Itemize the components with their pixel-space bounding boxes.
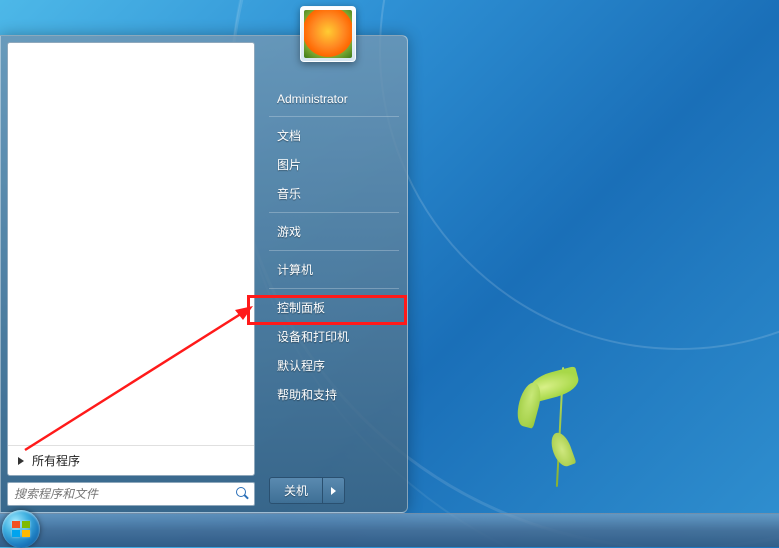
- separator: [269, 212, 399, 213]
- user-avatar-frame[interactable]: [300, 6, 356, 62]
- start-menu-left-panel: 所有程序: [7, 42, 255, 506]
- menu-item-documents[interactable]: 文档: [269, 121, 399, 150]
- separator: [269, 116, 399, 117]
- menu-item-computer[interactable]: 计算机: [269, 255, 399, 284]
- separator: [269, 288, 399, 289]
- menu-item-games[interactable]: 游戏: [269, 217, 399, 246]
- menu-item-devices-printers[interactable]: 设备和打印机: [269, 322, 399, 351]
- menu-item-default-programs[interactable]: 默认程序: [269, 351, 399, 380]
- all-programs-label: 所有程序: [32, 452, 80, 469]
- menu-item-help-support[interactable]: 帮助和支持: [269, 380, 399, 409]
- search-input[interactable]: [14, 487, 236, 501]
- search-icon: [236, 487, 250, 501]
- menu-item-user[interactable]: Administrator: [269, 86, 399, 112]
- menu-item-control-panel[interactable]: 控制面板: [269, 293, 399, 322]
- start-button[interactable]: [2, 510, 40, 548]
- triangle-right-icon: [18, 457, 24, 465]
- shutdown-button[interactable]: 关机: [269, 477, 323, 504]
- separator: [269, 250, 399, 251]
- start-menu: 所有程序 Administrator 文档 图片 音乐 游戏 计算机 控制面板 …: [0, 35, 408, 513]
- menu-item-music[interactable]: 音乐: [269, 179, 399, 208]
- triangle-right-icon: [331, 487, 336, 495]
- taskbar: [0, 513, 779, 547]
- flower-icon: [304, 10, 352, 58]
- start-menu-right-panel: Administrator 文档 图片 音乐 游戏 计算机 控制面板 设备和打印…: [261, 36, 407, 512]
- programs-list: 所有程序: [7, 42, 255, 476]
- shutdown-options-button[interactable]: [323, 477, 345, 504]
- search-box[interactable]: [7, 482, 255, 506]
- shutdown-group: 关机: [269, 477, 399, 504]
- all-programs-button[interactable]: 所有程序: [8, 445, 254, 475]
- menu-item-pictures[interactable]: 图片: [269, 150, 399, 179]
